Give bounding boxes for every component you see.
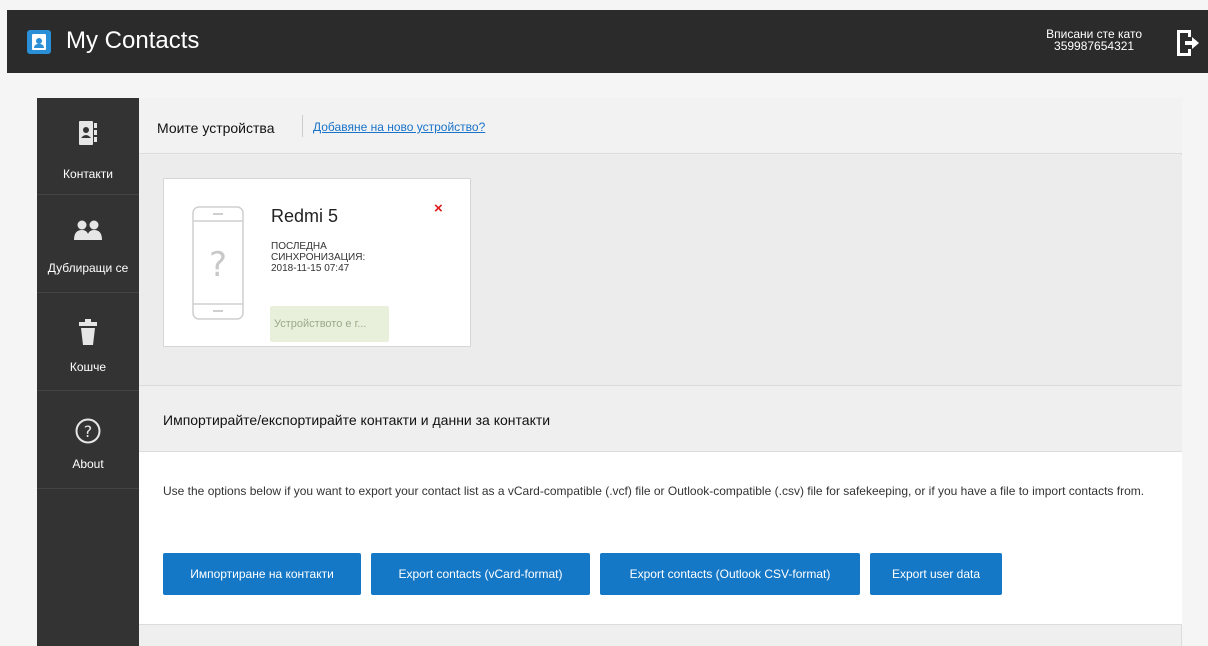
app-title: My Contacts: [66, 27, 200, 54]
contacts-app-icon: [27, 30, 51, 54]
trash-icon: [79, 319, 97, 345]
sidebar-item-label: Дублиращи се: [47, 261, 129, 275]
duplicate-people-icon: [74, 220, 102, 240]
svg-text:?: ?: [209, 245, 227, 285]
devices-list: ? Redmi 5 × ПОСЛЕДНА СИНХРОНИЗАЦИЯ: 2018…: [139, 155, 1182, 385]
sidebar-item-duplicates[interactable]: Дублиращи се: [37, 195, 139, 293]
sidebar-item-trash[interactable]: Кошче: [37, 293, 139, 391]
import-export-body: Use the options below if you want to exp…: [139, 451, 1182, 625]
unknown-phone-icon: ?: [192, 206, 244, 320]
device-name: Redmi 5: [271, 206, 339, 226]
import-export-header: Импортирайте/експортирайте контакти и да…: [139, 385, 1182, 451]
sidebar: Контакти Дублиращи се Кошче ? About: [37, 98, 139, 646]
login-user: 359987654321: [1054, 39, 1135, 53]
sidebar-item-label: About: [72, 457, 104, 471]
sidebar-item-label: Кошче: [69, 360, 107, 374]
device-status-button[interactable]: Устройството е г...: [270, 306, 389, 342]
top-header-bar: My Contacts Вписани сте като 35998765432…: [7, 10, 1208, 73]
login-info: Вписани сте като 359987654321: [1046, 28, 1142, 52]
divider: [302, 115, 303, 137]
device-last-sync: ПОСЛЕДНА СИНХРОНИЗАЦИЯ: 2018-11-15 07:47: [271, 241, 371, 274]
export-csv-button[interactable]: Export contacts (Outlook CSV-format): [600, 553, 860, 595]
import-export-description: Use the options below if you want to exp…: [163, 484, 1145, 498]
import-contacts-button[interactable]: Импортиране на контакти: [163, 553, 361, 595]
import-export-title: Импортирайте/експортирайте контакти и да…: [163, 412, 551, 428]
remove-device-button[interactable]: ×: [434, 200, 443, 217]
sidebar-item-contacts[interactable]: Контакти: [37, 98, 139, 195]
sidebar-item-about[interactable]: ? About: [37, 391, 139, 489]
contacts-book-icon: [79, 121, 97, 145]
sidebar-item-label: Контакти: [63, 167, 113, 181]
sync-label: ПОСЛЕДНА СИНХРОНИЗАЦИЯ:: [271, 241, 366, 263]
devices-header: Моите устройства Добавяне на ново устрой…: [139, 98, 1182, 154]
devices-title: Моите устройства: [157, 120, 275, 136]
question-circle-icon: ?: [75, 418, 101, 444]
export-vcard-button[interactable]: Export contacts (vCard-format): [371, 553, 590, 595]
logout-icon[interactable]: [1174, 28, 1200, 58]
add-device-link[interactable]: Добавяне на ново устройство?: [313, 120, 485, 134]
sync-time: 2018-11-15 07:47: [271, 263, 350, 274]
main-panel: Моите устройства Добавяне на ново устрой…: [139, 98, 1182, 646]
export-user-data-button[interactable]: Export user data: [870, 553, 1002, 595]
svg-text:?: ?: [84, 422, 93, 441]
device-card: ? Redmi 5 × ПОСЛЕДНА СИНХРОНИЗАЦИЯ: 2018…: [163, 178, 471, 347]
